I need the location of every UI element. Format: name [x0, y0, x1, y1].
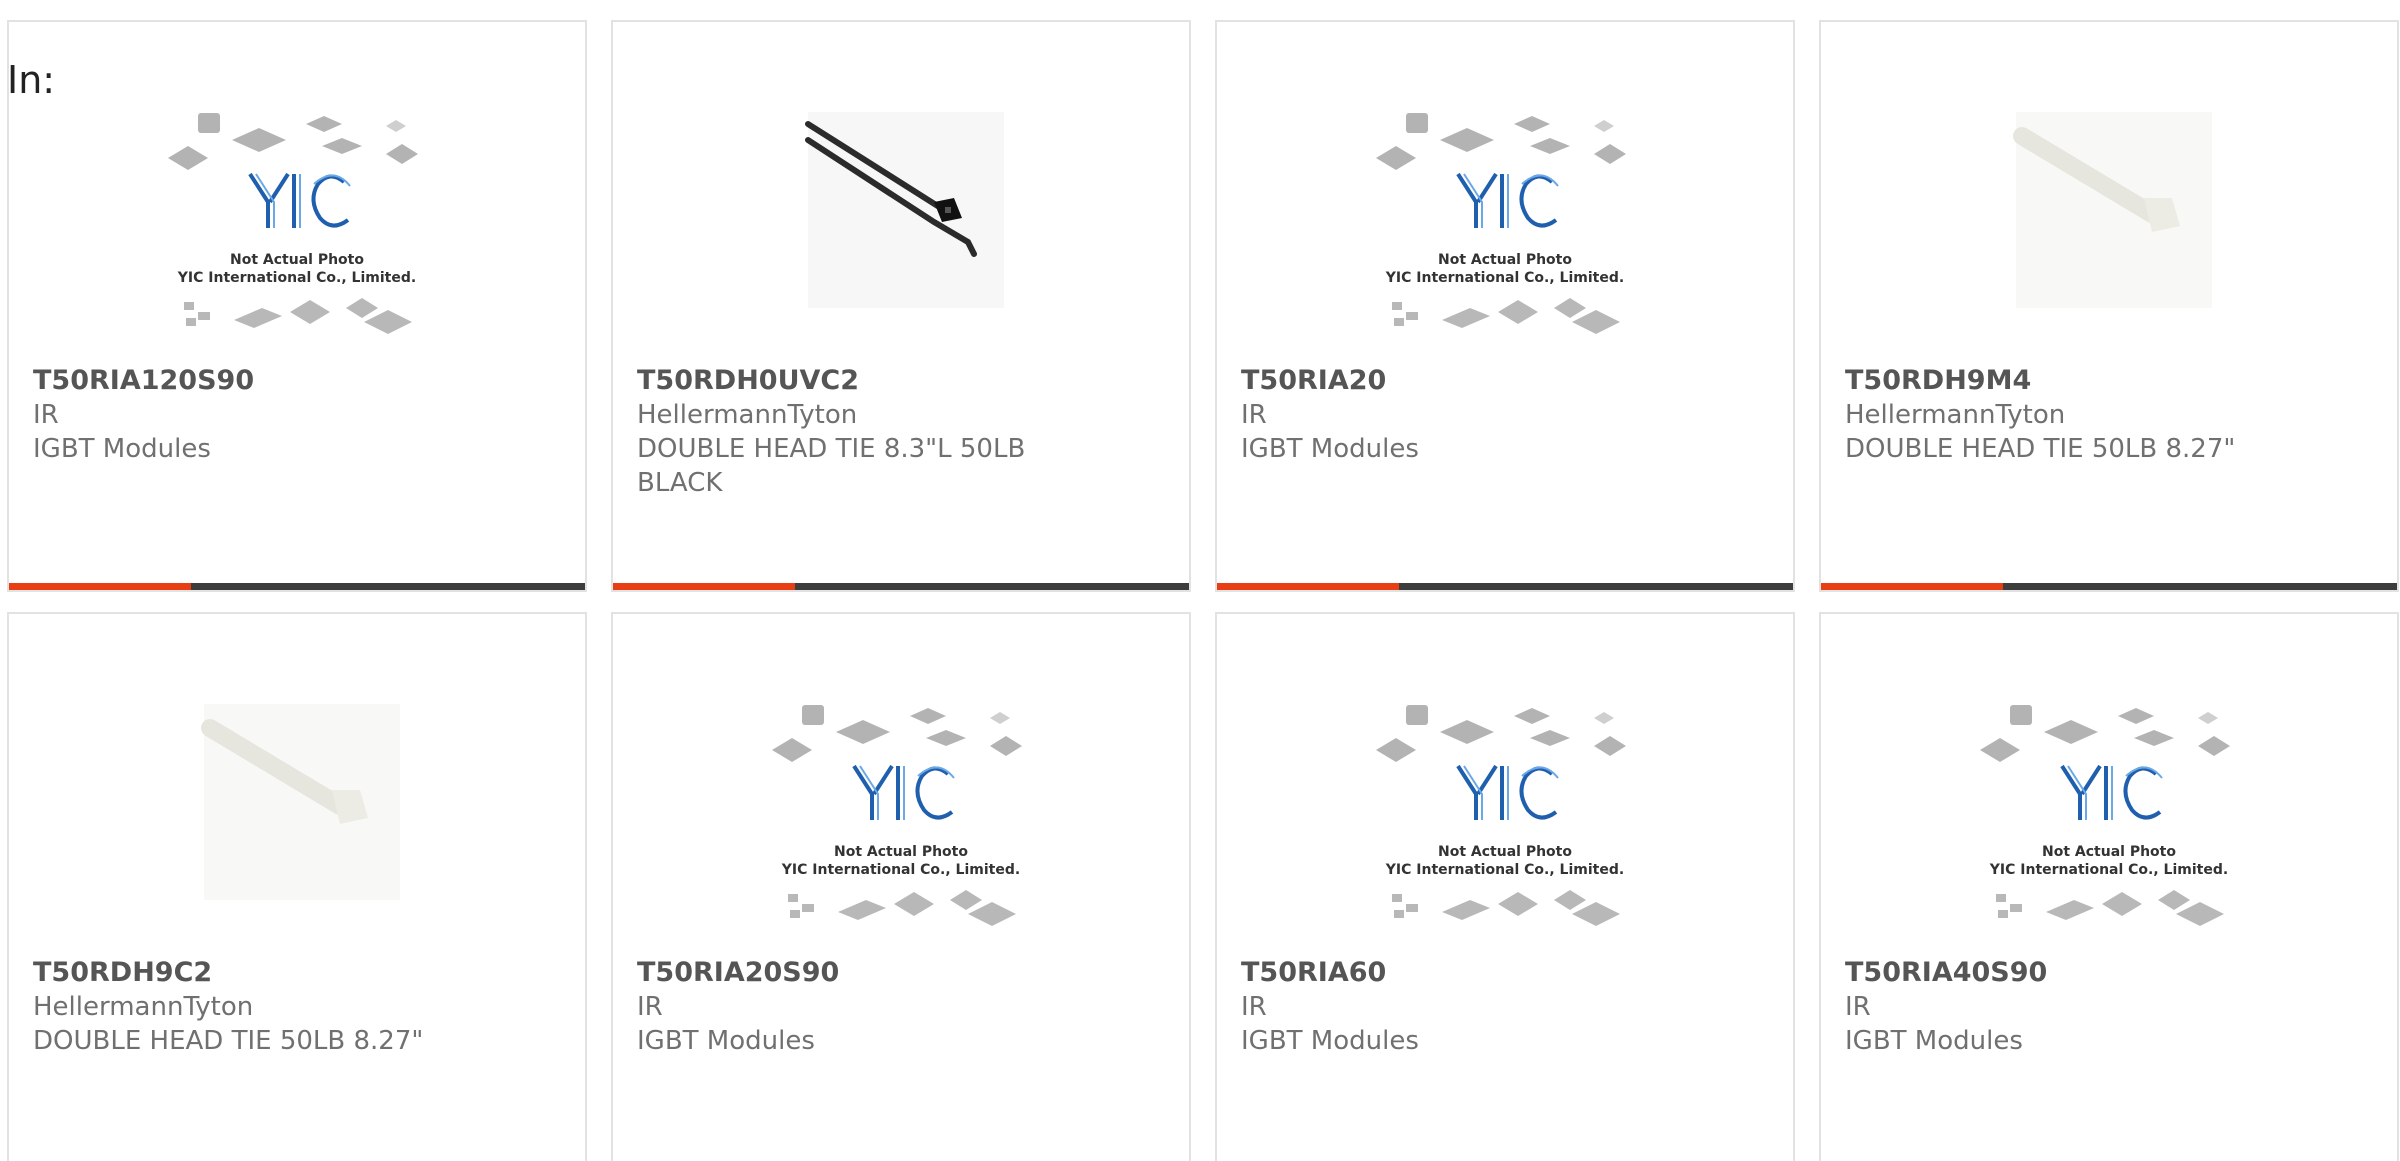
- product-card[interactable]: T50RDH0UVC2 HellermannTyton DOUBLE HEAD …: [611, 20, 1191, 592]
- chip-placeholder-icon: Not Actual Photo YIC International Co., …: [1376, 113, 1626, 334]
- product-info: T50RIA120S90 IR IGBT Modules: [33, 364, 561, 466]
- product-info: T50RIA40S90 IR IGBT Modules: [1845, 956, 2373, 1058]
- placeholder-image: Not Actual Photo YIC International Co., …: [1976, 698, 2242, 936]
- card-accent: [1217, 583, 1399, 590]
- product-info: T50RDH0UVC2 HellermannTyton DOUBLE HEAD …: [637, 364, 1165, 500]
- product-info: T50RIA20 IR IGBT Modules: [1241, 364, 1769, 466]
- filter-prefix: In:: [7, 58, 56, 102]
- manufacturer: HellermannTyton: [1845, 400, 2066, 430]
- part-number[interactable]: T50RIA20: [1241, 364, 1769, 398]
- placeholder-image: Not Actual Photo YIC International Co., …: [1372, 106, 1638, 344]
- natural-cable-tie-icon: [201, 704, 400, 900]
- description: DOUBLE HEAD TIE 50LB 8.27": [33, 1026, 424, 1056]
- manufacturer: HellermannTyton: [637, 400, 858, 430]
- product-info: T50RDH9C2 HellermannTyton DOUBLE HEAD TI…: [33, 956, 561, 1058]
- svg-text:YIC International Co., Limited: YIC International Co., Limited.: [1385, 270, 1624, 286]
- svg-text:Not Actual Photo: Not Actual Photo: [230, 252, 364, 268]
- product-card[interactable]: T50RDH9M4 HellermannTyton DOUBLE HEAD TI…: [1819, 20, 2399, 592]
- manufacturer: IR: [1241, 400, 1267, 430]
- svg-text:Not Actual Photo: Not Actual Photo: [834, 844, 968, 860]
- description: IGBT Modules: [1241, 434, 1419, 464]
- svg-text:YIC International Co., Limited: YIC International Co., Limited.: [781, 862, 1020, 878]
- svg-text:YIC International Co., Limited: YIC International Co., Limited.: [177, 270, 416, 286]
- description: DOUBLE HEAD TIE 8.3"L 50LB BLACK: [637, 434, 1026, 498]
- product-info: T50RDH9M4 HellermannTyton DOUBLE HEAD TI…: [1845, 364, 2373, 466]
- placeholder-image: Not Actual Photo YIC International Co., …: [164, 106, 430, 344]
- svg-text:YIC International Co., Limited: YIC International Co., Limited.: [1385, 862, 1624, 878]
- product-card[interactable]: Not Actual Photo YIC International Co., …: [7, 20, 587, 592]
- product-card[interactable]: T50RDH9C2 HellermannTyton DOUBLE HEAD TI…: [7, 612, 587, 1161]
- card-bottom-bar: [613, 583, 1189, 590]
- product-card[interactable]: Not Actual Photo YIC International Co., …: [611, 612, 1191, 1161]
- part-number[interactable]: T50RDH9C2: [33, 956, 561, 990]
- product-info: T50RIA20S90 IR IGBT Modules: [637, 956, 1165, 1058]
- card-bottom-bar: [9, 583, 585, 590]
- product-card[interactable]: Not Actual Photo YIC International Co., …: [1215, 612, 1795, 1161]
- placeholder-image: Not Actual Photo YIC International Co., …: [1372, 698, 1638, 936]
- part-number[interactable]: T50RIA40S90: [1845, 956, 2373, 990]
- chip-placeholder-icon: Not Actual Photo YIC International Co., …: [1980, 705, 2230, 926]
- part-number[interactable]: T50RDH9M4: [1845, 364, 2373, 398]
- svg-text:Not Actual Photo: Not Actual Photo: [1438, 252, 1572, 268]
- product-card[interactable]: Not Actual Photo YIC International Co., …: [1215, 20, 1795, 592]
- card-bottom-bar: [1821, 583, 2397, 590]
- chip-placeholder-icon: Not Actual Photo YIC International Co., …: [168, 113, 418, 334]
- product-image: [1976, 106, 2242, 344]
- chip-placeholder-icon: Not Actual Photo YIC International Co., …: [1376, 705, 1626, 926]
- product-image: [164, 698, 430, 936]
- manufacturer: HellermannTyton: [33, 992, 254, 1022]
- manufacturer: IR: [637, 992, 663, 1022]
- card-accent: [9, 583, 191, 590]
- black-cable-tie-icon: [805, 112, 1004, 308]
- description: DOUBLE HEAD TIE 50LB 8.27": [1845, 434, 2236, 464]
- description: IGBT Modules: [1845, 1026, 2023, 1056]
- svg-text:Not Actual Photo: Not Actual Photo: [1438, 844, 1572, 860]
- card-accent: [613, 583, 795, 590]
- part-number[interactable]: T50RDH0UVC2: [637, 364, 1165, 398]
- description: IGBT Modules: [1241, 1026, 1419, 1056]
- description: IGBT Modules: [33, 434, 211, 464]
- placeholder-image: Not Actual Photo YIC International Co., …: [768, 698, 1034, 936]
- card-bottom-bar: [1217, 583, 1793, 590]
- part-number[interactable]: T50RIA20S90: [637, 956, 1165, 990]
- manufacturer: IR: [33, 400, 59, 430]
- manufacturer: IR: [1241, 992, 1267, 1022]
- natural-cable-tie-icon: [2013, 112, 2212, 308]
- product-card[interactable]: Not Actual Photo YIC International Co., …: [1819, 612, 2399, 1161]
- part-number[interactable]: T50RIA60: [1241, 956, 1769, 990]
- card-accent: [1821, 583, 2003, 590]
- description: IGBT Modules: [637, 1026, 815, 1056]
- product-grid: In: Not Actual Photo YIC International C…: [0, 0, 2400, 1161]
- product-image: [768, 106, 1034, 344]
- chip-placeholder-icon: Not Actual Photo YIC International Co., …: [772, 705, 1022, 926]
- svg-text:Not Actual Photo: Not Actual Photo: [2042, 844, 2176, 860]
- part-number[interactable]: T50RIA120S90: [33, 364, 561, 398]
- manufacturer: IR: [1845, 992, 1871, 1022]
- svg-text:YIC International Co., Limited: YIC International Co., Limited.: [1989, 862, 2228, 878]
- product-info: T50RIA60 IR IGBT Modules: [1241, 956, 1769, 1058]
